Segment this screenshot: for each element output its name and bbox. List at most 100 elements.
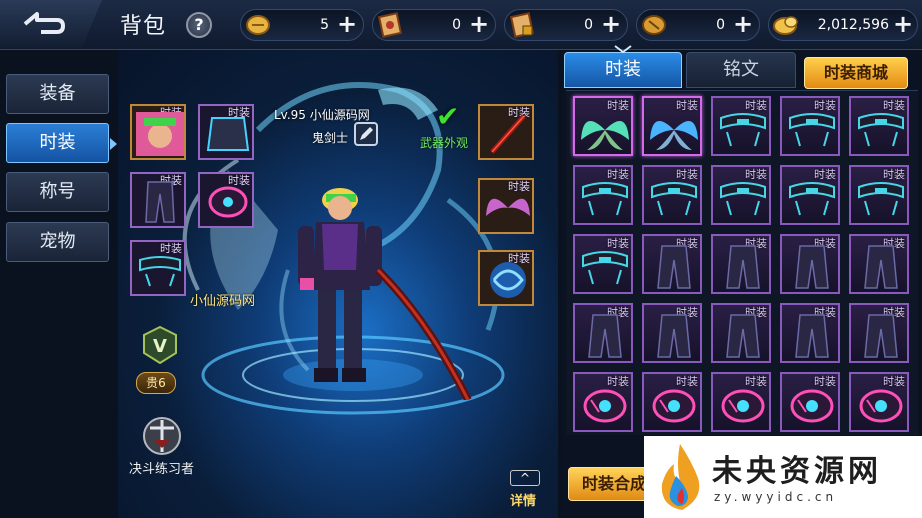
pants-icon	[864, 245, 898, 289]
watermark-text: 未央资源网	[712, 454, 882, 489]
side-tab-fashion[interactable]: 时装	[6, 123, 109, 163]
add-currency-button[interactable]: +	[891, 12, 915, 37]
gauntlet-icon	[583, 389, 627, 423]
rank-badge-letter: V	[153, 336, 167, 357]
fashion-item-cell[interactable]: 时装	[780, 96, 840, 156]
fashion-item-cell[interactable]: 时装	[849, 165, 909, 225]
side-tab-pet[interactable]: 宠物	[6, 222, 109, 262]
edit-name-button[interactable]	[354, 122, 378, 146]
character-level-name: Lv.95 小仙源码网	[274, 108, 370, 122]
belt-icon	[789, 113, 835, 147]
fashion-item-cell[interactable]: 时装	[780, 234, 840, 294]
side-tab-title[interactable]: 称号	[6, 172, 109, 212]
aura-slot[interactable]: 时装	[478, 250, 534, 306]
details-label[interactable]: 详情	[510, 490, 536, 509]
pants-icon	[588, 314, 622, 358]
jacket-slot[interactable]: 时装	[198, 104, 254, 160]
currency-value: 0	[716, 17, 725, 33]
add-currency-button[interactable]: +	[599, 12, 623, 37]
add-currency-button[interactable]: +	[467, 12, 491, 37]
tab-inscription[interactable]: 铭文	[686, 52, 796, 88]
currency-bronze-coin: 0 +	[636, 9, 760, 41]
gauntlet-slot[interactable]: 时装	[198, 172, 254, 228]
weapon-appearance-label: 武器外观	[420, 136, 469, 150]
belt-icon	[858, 182, 904, 216]
gauntlet-icon	[859, 389, 903, 423]
fashion-item-cell[interactable]: 时装	[642, 234, 702, 294]
fashion-item-cell[interactable]: 时装	[642, 372, 702, 432]
pants-icon	[657, 314, 691, 358]
fashion-item-cell[interactable]: 时装	[573, 96, 633, 156]
fashion-item-cell[interactable]: 时装	[849, 96, 909, 156]
pants-slot[interactable]: 时装	[130, 172, 186, 228]
belt-icon	[582, 251, 628, 285]
currency-value: 2,012,596	[817, 17, 889, 33]
fashion-item-cell[interactable]: 时装	[573, 165, 633, 225]
pants-icon	[726, 314, 760, 358]
fashion-item-cell[interactable]: 时装	[573, 372, 633, 432]
side-tab-equipment[interactable]: 装备	[6, 74, 109, 114]
active-tab-arrow-icon	[110, 138, 117, 150]
fashion-item-cell[interactable]: 时装	[849, 372, 909, 432]
fashion-item-cell[interactable]: 时装	[711, 372, 771, 432]
gold-ingot-icon	[773, 16, 798, 35]
fashion-item-cell[interactable]: 时装	[711, 234, 771, 294]
currency-locked-scroll: 0 +	[504, 9, 628, 41]
belt-slot[interactable]: 时装	[130, 240, 186, 296]
noble-level-badge[interactable]: 贵6	[136, 372, 176, 394]
locked-scroll-icon	[509, 12, 535, 38]
chevron-up-icon: ^	[510, 470, 540, 486]
belt-icon	[651, 182, 697, 216]
currency-scroll-ticket: 0 +	[372, 9, 496, 41]
pants-icon	[795, 314, 829, 358]
currency-gold-coin: 5 +	[240, 9, 364, 41]
scroll-ticket-icon	[377, 12, 403, 38]
flame-logo-icon	[661, 444, 700, 510]
fashion-item-cell[interactable]: 时装	[573, 303, 633, 363]
fashion-item-cell[interactable]: 时装	[711, 96, 771, 156]
fashion-item-cell[interactable]: 时装	[849, 303, 909, 363]
avatar-slot[interactable]: 时装	[130, 104, 186, 160]
fashion-item-cell[interactable]: 时装	[642, 303, 702, 363]
fashion-item-cell[interactable]: 时装	[711, 303, 771, 363]
fashion-item-cell[interactable]: 时装	[780, 303, 840, 363]
fashion-item-cell[interactable]: 时装	[642, 165, 702, 225]
character-figure	[298, 188, 472, 400]
add-currency-button[interactable]: +	[335, 12, 359, 37]
pink-wings-icon	[486, 198, 530, 216]
vip-rank-badge-icon[interactable]: V	[143, 326, 177, 364]
currency-value: 0	[584, 17, 593, 33]
tab-fashion[interactable]: 时装	[564, 52, 682, 88]
fashion-item-cell[interactable]: 时装	[642, 96, 702, 156]
character-portrait-icon	[136, 112, 184, 156]
help-button[interactable]: ?	[186, 12, 212, 38]
top-bar: 背包 ? 5 + 0 + 0 + 0 + 2,012,596 +	[0, 0, 922, 50]
gauntlet-icon	[721, 389, 765, 423]
gauntlet-icon	[652, 389, 696, 423]
add-currency-button[interactable]: +	[731, 12, 755, 37]
watermark-url: zy.wyyidc.cn	[714, 490, 838, 504]
fashion-item-cell[interactable]: 时装	[573, 234, 633, 294]
pants-icon	[726, 245, 760, 289]
blue-aura-icon	[490, 262, 526, 298]
duel-rank-icon[interactable]	[140, 414, 184, 458]
belt-icon	[789, 182, 835, 216]
belt-icon	[139, 256, 181, 287]
fashion-item-cell[interactable]: 时装	[780, 165, 840, 225]
pants-icon	[795, 245, 829, 289]
fashion-item-cell[interactable]: 时装	[780, 372, 840, 432]
fashion-item-cell[interactable]: 时装	[711, 165, 771, 225]
back-button[interactable]	[0, 0, 102, 48]
currency-gold-ingot: 2,012,596 +	[768, 9, 918, 41]
sword-icon	[490, 114, 526, 154]
belt-icon	[720, 113, 766, 147]
character-class: 鬼剑士	[312, 131, 349, 145]
watermark: 未央资源网 zy.wyyidc.cn	[644, 436, 922, 518]
fashion-item-cell[interactable]: 时装	[849, 234, 909, 294]
currency-value: 5	[320, 17, 329, 33]
weapon-appearance-toggle[interactable]: ✔	[436, 100, 459, 133]
bronze-coin-icon	[642, 15, 666, 35]
weapon-slot[interactable]: 时装	[478, 104, 534, 160]
fashion-mall-button[interactable]: 时装商城	[804, 57, 908, 89]
wings-slot[interactable]: 时装	[478, 178, 534, 234]
